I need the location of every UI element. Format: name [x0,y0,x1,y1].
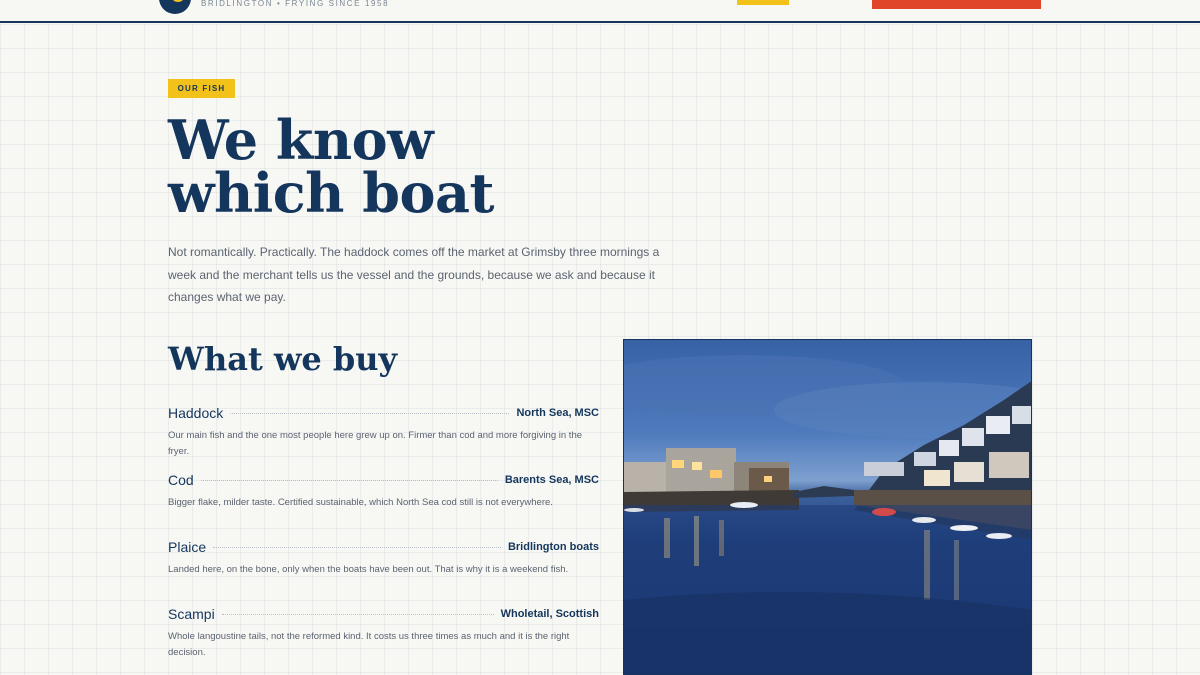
harbour-illustration [624,355,1031,674]
site-tagline: BRIDLINGTON • FRYING SINCE 1958 [201,0,390,8]
fish-description: Landed here, on the bone, only when the … [168,564,569,575]
fish-description: Bigger flake, milder taste. Certified su… [168,497,553,508]
harbour-photo [623,339,1032,675]
list-item: Cod Barents Sea, MSC Bigger flake, milde… [168,470,599,537]
dotted-leader [213,546,501,548]
page-title: We know which boat [168,108,588,225]
page-title-line-2: which boat [168,161,494,225]
fish-origin: Barents Sea, MSC [504,474,599,486]
page-title-line-1: We know [168,108,434,172]
site-header: BRIDLINGTON • FRYING SINCE 1958 [0,0,1200,23]
dotted-leader [200,479,498,481]
fish-icon [173,0,183,2]
intro-paragraph: Not romantically. Practically. The haddo… [168,245,660,304]
fish-origin: Bridlington boats [507,541,599,553]
what-we-buy-heading: What we buy [168,340,398,378]
fish-origin: North Sea, MSC [516,407,599,419]
fish-description: Our main fish and the one most people he… [168,430,583,457]
fish-name: Scampi [168,606,215,622]
logo-badge-icon[interactable] [159,0,191,14]
fish-name: Cod [168,472,194,488]
list-item: Scampi Wholetail, Scottish Whole langous… [168,604,599,671]
list-item: Haddock North Sea, MSC Our main fish and… [168,403,599,470]
header-cta-button[interactable] [872,0,1041,9]
fish-name: Haddock [168,405,224,421]
active-nav-indicator[interactable] [737,0,789,5]
fish-description: Whole langoustine tails, not the reforme… [168,631,570,658]
fish-list: Haddock North Sea, MSC Our main fish and… [168,403,599,671]
dotted-leader [221,613,494,615]
list-item: Plaice Bridlington boats Landed here, on… [168,537,599,604]
section-eyebrow-badge: OUR FISH [168,79,235,98]
dotted-leader [230,412,510,414]
fish-name: Plaice [168,539,207,555]
fish-origin: Wholetail, Scottish [500,608,599,620]
